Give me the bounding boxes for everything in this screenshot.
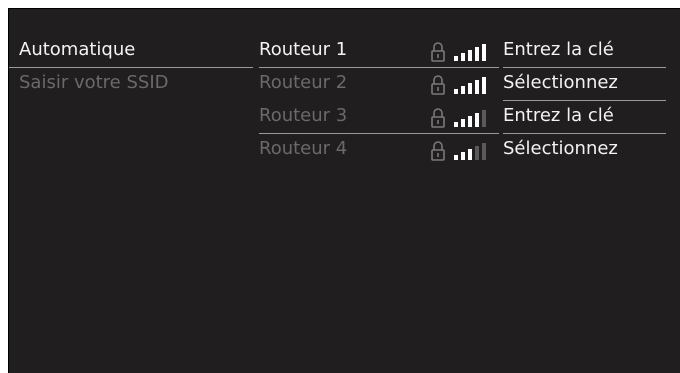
signal-bar <box>475 47 479 61</box>
router-status: Entrez la clé <box>503 39 614 60</box>
signal-bar <box>475 80 479 94</box>
signal-bar <box>482 77 486 94</box>
lock-icon <box>431 42 445 62</box>
signal-bar <box>468 149 472 160</box>
wifi-signal-icon <box>454 143 486 160</box>
signal-bar <box>468 116 472 127</box>
wifi-signal-icon <box>454 110 486 127</box>
lock-icon <box>431 108 445 128</box>
signal-bar <box>475 146 479 160</box>
lock-icon <box>431 141 445 161</box>
signal-bar <box>482 110 486 127</box>
signal-bar <box>454 56 458 61</box>
router-row[interactable]: Routeur 3 Entrez la clé <box>259 101 680 134</box>
network-setup-screen: Automatique Saisir votre SSID Routeur 1 … <box>8 8 680 373</box>
lock-icon <box>431 75 445 95</box>
signal-bar <box>461 119 465 127</box>
router-name: Routeur 4 <box>259 138 348 159</box>
router-row[interactable]: Routeur 1 Entrez la clé <box>259 35 680 68</box>
router-status: Entrez la clé <box>503 105 614 126</box>
signal-bar <box>461 53 465 61</box>
signal-bar <box>461 86 465 94</box>
router-status: Sélectionnez <box>503 72 618 93</box>
menu-item-saisir-ssid[interactable]: Saisir votre SSID <box>9 68 253 101</box>
signal-bar <box>468 50 472 61</box>
signal-bar <box>454 89 458 94</box>
router-name: Routeur 2 <box>259 72 348 93</box>
router-list: Routeur 1 Entrez la clé Routeur 2 Sélect… <box>259 35 680 167</box>
router-row[interactable]: Routeur 4 Sélectionnez <box>259 134 680 167</box>
signal-bar <box>468 83 472 94</box>
signal-bar <box>461 152 465 160</box>
signal-bar <box>475 113 479 127</box>
connection-mode-menu: Automatique Saisir votre SSID <box>9 35 253 101</box>
router-row[interactable]: Routeur 2 Sélectionnez <box>259 68 680 101</box>
signal-bar <box>454 122 458 127</box>
wifi-signal-icon <box>454 77 486 94</box>
signal-bar <box>454 155 458 160</box>
wifi-signal-icon <box>454 44 486 61</box>
signal-bar <box>482 44 486 61</box>
router-name: Routeur 1 <box>259 39 348 60</box>
router-name: Routeur 3 <box>259 105 348 126</box>
menu-item-automatique[interactable]: Automatique <box>9 35 253 68</box>
router-status: Sélectionnez <box>503 138 618 159</box>
signal-bar <box>482 143 486 160</box>
